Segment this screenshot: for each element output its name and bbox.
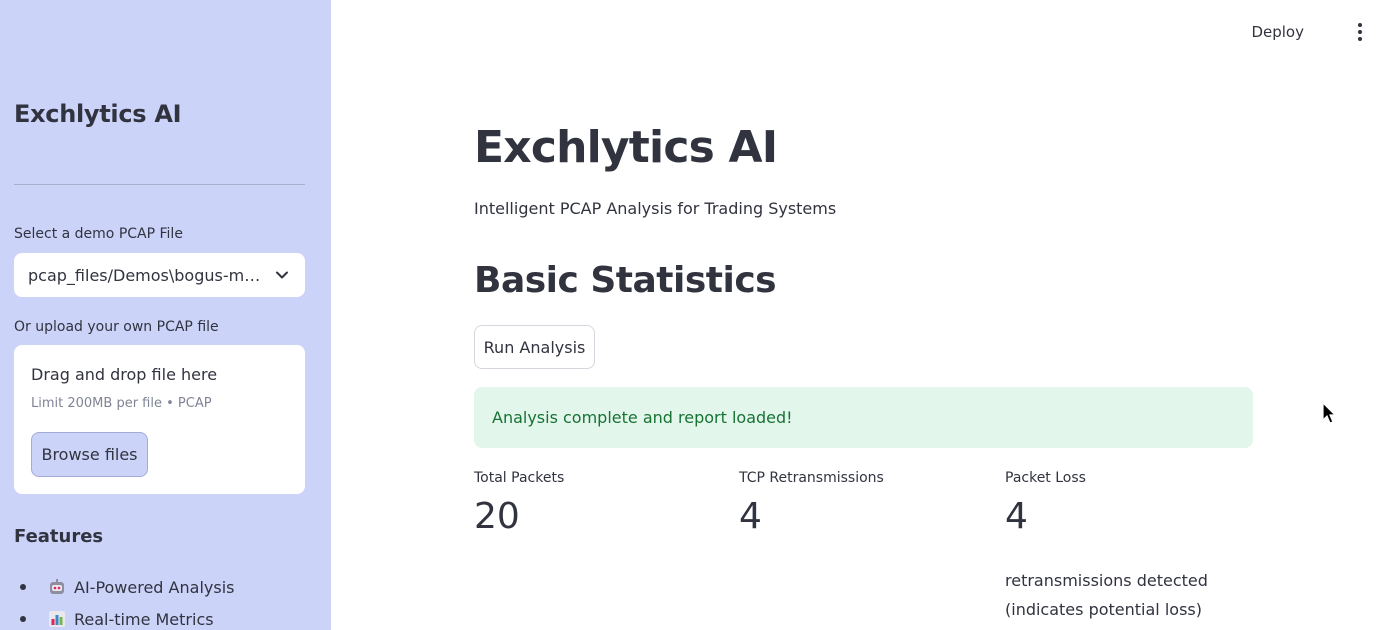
metric-label: Total Packets (474, 470, 565, 486)
metric-packet-loss: Packet Loss 4 (1005, 470, 1255, 535)
section-title: Basic Statistics (474, 260, 777, 301)
kebab-menu-icon[interactable] (1352, 22, 1368, 42)
bullet (20, 584, 26, 590)
feature-item: Real-time Metrics (14, 603, 234, 630)
sidebar-title: Exchlytics AI (14, 100, 182, 128)
success-alert: Analysis complete and report loaded! (474, 387, 1253, 448)
select-label: Select a demo PCAP File (14, 226, 183, 242)
packet-loss-note: retransmissions detected (indicates pote… (1005, 571, 1208, 619)
metric-value: 4 (1005, 496, 1028, 537)
bar-chart-icon (49, 611, 65, 627)
run-analysis-button[interactable]: Run Analysis (474, 325, 595, 369)
page-title: Exchlytics AI (474, 122, 778, 173)
feature-item: AI-Powered Analysis (14, 571, 234, 603)
features-heading: Features (14, 526, 104, 547)
browse-files-button[interactable]: Browse files (31, 432, 148, 477)
sidebar: Exchlytics AI Select a demo PCAP File pc… (0, 0, 331, 630)
metric-value: 20 (474, 496, 520, 537)
features-list: AI-Powered Analysis Real-time Metrics (14, 571, 234, 630)
metric-total-packets: Total Packets 20 (474, 470, 724, 535)
chevron-down-icon (276, 271, 288, 279)
dropzone-limit: Limit 200MB per file • PCAP (31, 396, 212, 411)
upload-label: Or upload your own PCAP file (14, 319, 219, 335)
alert-text: Analysis complete and report loaded! (492, 408, 793, 427)
select-value: pcap_files/Demos\bogus-m… (28, 265, 261, 285)
metric-label: TCP Retransmissions (739, 470, 884, 486)
metric-tcp-retransmissions: TCP Retransmissions 4 (739, 470, 989, 535)
feature-label: Real-time Metrics (74, 609, 214, 629)
sidebar-divider (14, 184, 305, 185)
bullet (20, 616, 26, 622)
dropzone-title: Drag and drop file here (31, 365, 218, 384)
feature-label: AI-Powered Analysis (74, 577, 235, 597)
mouse-cursor-icon (1322, 402, 1337, 424)
metric-value: 4 (739, 496, 762, 537)
deploy-button[interactable]: Deploy (1251, 20, 1304, 44)
page-subtitle: Intelligent PCAP Analysis for Trading Sy… (474, 199, 837, 218)
pcap-file-select[interactable]: pcap_files/Demos\bogus-m… (14, 253, 305, 297)
file-dropzone[interactable]: Drag and drop file here Limit 200MB per … (14, 345, 305, 494)
metric-label: Packet Loss (1005, 470, 1086, 486)
robot-icon (50, 579, 64, 594)
